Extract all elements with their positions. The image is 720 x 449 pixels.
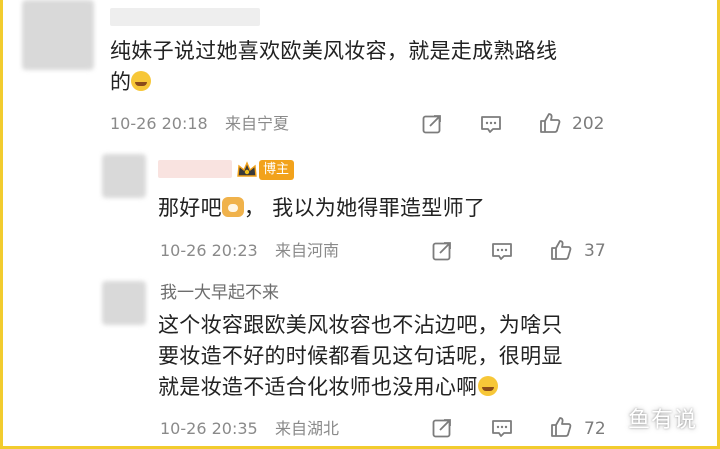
share-icon[interactable] bbox=[420, 112, 444, 136]
comment-text-line: 的 bbox=[110, 70, 132, 94]
author-name[interactable]: 我一大早起不来 bbox=[160, 282, 279, 304]
comment-text-line: 就是妆造不适合化妆师也没用心啊 bbox=[158, 375, 478, 399]
avatar[interactable] bbox=[22, 0, 94, 70]
comment-icon[interactable] bbox=[479, 112, 503, 136]
like-icon[interactable] bbox=[549, 415, 573, 439]
share-icon[interactable] bbox=[430, 416, 454, 440]
like-icon[interactable] bbox=[549, 238, 573, 262]
laugh-cry-emoji bbox=[477, 376, 498, 396]
location: 来自宁夏 bbox=[225, 114, 290, 133]
comment-text: 那好吧 ， 我以为她得罪造型师了 bbox=[158, 193, 678, 224]
blogger-badge: 博主 bbox=[259, 160, 295, 180]
timestamp: 10-26 20:18 bbox=[110, 114, 208, 133]
comment-icon[interactable] bbox=[490, 239, 514, 263]
comment-text-line: 要妆造不好的时候都看见这句话呢，很明显 bbox=[158, 344, 563, 368]
timestamp: 10-26 20:35 bbox=[160, 419, 258, 438]
dog-emoji bbox=[221, 197, 244, 217]
like-icon[interactable] bbox=[538, 111, 562, 135]
laugh-cry-emoji bbox=[131, 71, 152, 91]
crown-icon bbox=[237, 161, 257, 177]
comment-text-part: ， 我以为她得罪造型师了 bbox=[243, 196, 486, 220]
share-icon[interactable] bbox=[430, 239, 454, 263]
location: 来自湖北 bbox=[275, 419, 340, 438]
avatar[interactable] bbox=[102, 154, 146, 198]
comment-text: 纯妹子说过她喜欢欧美风妆容，就是走成熟路线 的 bbox=[110, 36, 670, 98]
username-redacted[interactable] bbox=[158, 160, 232, 178]
timestamp: 10-26 20:23 bbox=[160, 241, 258, 260]
avatar[interactable] bbox=[102, 281, 146, 325]
like-count: 202 bbox=[572, 114, 605, 134]
location: 来自河南 bbox=[275, 241, 340, 260]
like-count: 72 bbox=[584, 419, 606, 439]
comment-text-line: 这个妆容跟欧美风妆容也不沾边吧，为啥只 bbox=[158, 313, 563, 337]
comment-text: 这个妆容跟欧美风妆容也不沾边吧，为啥只 要妆造不好的时候都看见这句话呢，很明显 … bbox=[158, 310, 678, 403]
comment-text-part: 那好吧 bbox=[158, 196, 222, 220]
username-redacted[interactable] bbox=[110, 8, 260, 26]
comment-icon[interactable] bbox=[490, 416, 514, 440]
comment-text-line: 纯妹子说过她喜欢欧美风妆容，就是走成熟路线 bbox=[110, 39, 558, 63]
like-count: 37 bbox=[584, 241, 606, 261]
watermark: 鱼有说 bbox=[628, 408, 698, 433]
